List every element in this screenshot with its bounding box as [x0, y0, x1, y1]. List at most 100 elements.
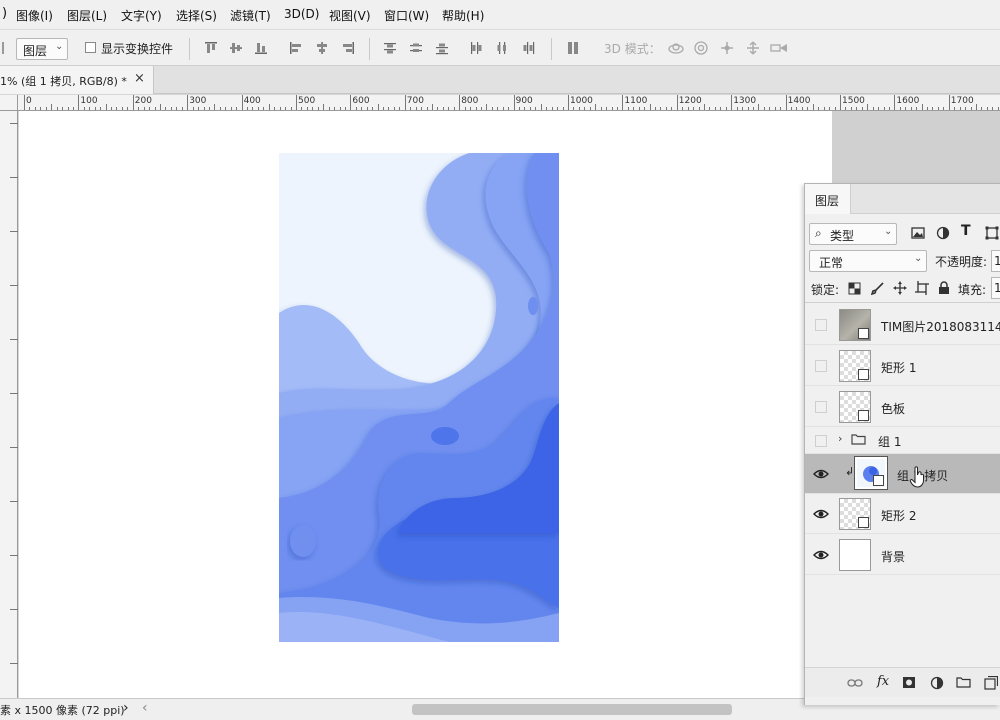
new-adjustment-layer-icon[interactable] — [930, 676, 944, 690]
blend-mode-dropdown[interactable]: 正常 ⌄ — [809, 250, 927, 272]
fill-input[interactable]: 1 — [991, 277, 1000, 299]
ruler-tick — [10, 285, 18, 286]
ruler-minor-tick — [976, 104, 977, 110]
new-layer-icon[interactable] — [984, 676, 998, 690]
layer-row-group-1[interactable]: › 组 1 — [805, 428, 1000, 454]
scale-3d-icon[interactable] — [770, 41, 788, 55]
layer-row-tim-image[interactable]: TIM图片20180831141014 — [805, 305, 1000, 345]
ruler-minor-tick — [801, 107, 803, 110]
layers-tab[interactable]: 图层 — [805, 184, 851, 214]
opacity-label: 不透明度: — [935, 255, 988, 269]
menu-view[interactable]: 视图(V) — [329, 7, 371, 24]
chevron-right-icon[interactable]: › — [838, 432, 842, 445]
scroll-left-icon[interactable]: ‹ — [142, 700, 148, 716]
drag-3d-icon[interactable] — [719, 41, 735, 55]
menu-layer[interactable]: 图层(L) — [67, 7, 107, 24]
close-icon[interactable]: × — [134, 71, 145, 86]
status-arrow-icon[interactable]: › — [123, 700, 129, 716]
ruler-minor-tick — [927, 107, 929, 110]
visibility-toggle[interactable] — [815, 360, 827, 372]
layer-filter-dropdown[interactable]: ⌕ 类型 ⌄ — [809, 223, 897, 245]
ruler-major-tick — [676, 95, 678, 110]
menu-filter[interactable]: 滤镜(T) — [230, 7, 271, 24]
layer-name: 组 1 — [878, 435, 902, 449]
add-mask-icon[interactable] — [902, 676, 916, 689]
layer-row-swatch[interactable]: 色板 — [805, 387, 1000, 427]
auto-align-icon[interactable] — [566, 41, 580, 55]
filter-shape-icon[interactable] — [985, 226, 999, 240]
ruler-major-tick — [404, 95, 406, 110]
lock-all-icon[interactable] — [938, 281, 950, 295]
ruler-major-tick — [622, 95, 624, 110]
ruler-major-tick — [948, 95, 950, 110]
document-info[interactable]: 素 x 1500 像素 (72 ppi) — [0, 702, 125, 718]
align-right-icon[interactable] — [341, 41, 355, 55]
show-transform-label: 显示变换控件 — [101, 42, 174, 56]
align-left-icon[interactable] — [289, 41, 303, 55]
ruler-tick — [10, 555, 18, 556]
document-tab[interactable]: 1% (组 1 拷贝, RGB/8) * × — [0, 66, 154, 94]
ruler-major-tick — [568, 95, 569, 110]
horizontal-scrollbar-thumb[interactable] — [412, 704, 732, 715]
align-top-icon[interactable] — [204, 41, 218, 55]
align-hcenter-icon[interactable] — [315, 41, 329, 55]
ruler-origin[interactable] — [0, 95, 18, 111]
distribute-bottom-icon[interactable] — [435, 41, 449, 55]
lock-artboard-icon[interactable] — [915, 281, 929, 295]
document-tab-title: 1% (组 1 拷贝, RGB/8) * — [0, 75, 127, 88]
visibility-toggle[interactable] — [815, 319, 827, 331]
menu-window[interactable]: 窗口(W) — [384, 7, 429, 24]
opacity-input[interactable]: 1 — [991, 250, 1000, 272]
ruler-minor-tick — [45, 107, 47, 110]
ruler-minor-tick — [872, 107, 874, 110]
visibility-toggle[interactable] — [815, 401, 827, 413]
link-layers-icon[interactable] — [847, 677, 863, 689]
auto-select-dropdown[interactable]: 图层 ⌄ — [16, 38, 68, 60]
menu-type[interactable]: 文字(Y) — [121, 7, 162, 24]
ruler-minor-tick — [916, 107, 918, 110]
distribute-hcenter-icon[interactable] — [495, 41, 509, 55]
rotate-3d-icon[interactable] — [667, 41, 685, 55]
align-vcenter-icon[interactable] — [229, 41, 243, 55]
ruler-minor-tick — [366, 107, 368, 110]
roll-3d-icon[interactable] — [693, 41, 709, 55]
ruler-minor-tick — [606, 107, 608, 110]
layer-row-rect-1[interactable]: 矩形 1 — [805, 346, 1000, 386]
eye-icon[interactable] — [813, 506, 829, 522]
eye-icon[interactable] — [813, 547, 829, 563]
menu-3d[interactable]: 3D(D) — [284, 7, 319, 21]
slide-3d-icon[interactable] — [745, 41, 761, 55]
layer-row-group-1-copy[interactable]: ↲ 组 1 拷贝 — [805, 454, 1000, 494]
layer-row-background[interactable]: 背景 — [805, 535, 1000, 575]
ruler-minor-tick — [34, 107, 36, 110]
menu-select[interactable]: 选择(S) — [176, 7, 217, 24]
ruler-minor-tick — [752, 107, 754, 110]
lock-pixels-brush-icon[interactable] — [871, 282, 884, 295]
ruler-minor-tick — [791, 107, 793, 110]
horizontal-ruler[interactable]: 0 100 200 300 400 500 600 700 800 900 1000 1100 1200… — [18, 95, 1000, 111]
artwork-paper-cut-waves[interactable] — [279, 153, 559, 642]
filter-adjustment-icon[interactable] — [936, 226, 950, 240]
distribute-left-icon[interactable] — [469, 41, 483, 55]
visibility-toggle[interactable] — [815, 435, 827, 447]
vertical-ruler[interactable] — [0, 111, 18, 698]
align-bottom-icon[interactable] — [254, 41, 268, 55]
ruler-minor-tick — [214, 104, 216, 110]
filter-pixel-icon[interactable] — [911, 226, 925, 240]
eye-icon[interactable] — [813, 466, 829, 482]
ruler-minor-tick — [546, 107, 548, 110]
new-group-icon[interactable] — [956, 676, 971, 688]
menu-image[interactable]: 图像(I) — [16, 7, 53, 24]
layer-row-rect-2[interactable]: 矩形 2 — [805, 494, 1000, 534]
lock-position-move-icon[interactable] — [893, 281, 907, 295]
distribute-top-icon[interactable] — [383, 41, 397, 55]
show-transform-checkbox[interactable] — [85, 42, 96, 53]
search-icon: ⌕ — [815, 226, 822, 240]
distribute-vcenter-icon[interactable] — [409, 41, 423, 55]
distribute-right-icon[interactable] — [521, 41, 535, 55]
fx-icon[interactable]: fx — [877, 674, 889, 689]
menu-help[interactable]: 帮助(H) — [442, 7, 484, 24]
lock-transparent-icon[interactable] — [848, 282, 861, 295]
filter-type-icon[interactable]: T — [961, 223, 971, 239]
ruler-minor-tick — [780, 107, 782, 110]
